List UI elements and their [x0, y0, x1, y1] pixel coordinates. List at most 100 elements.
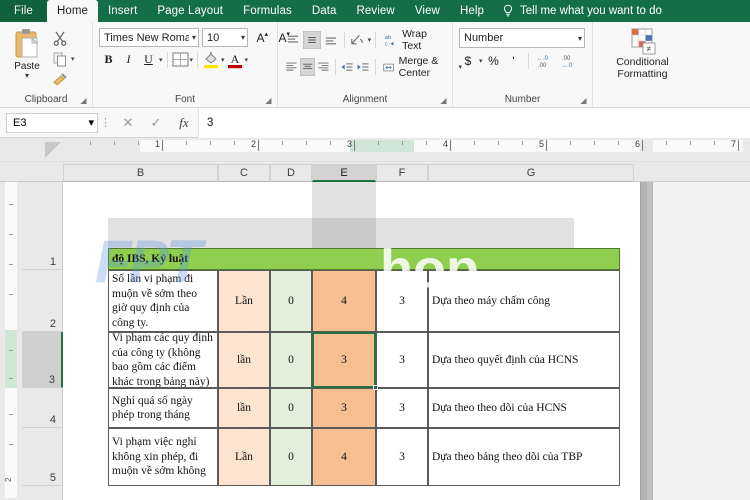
select-all-corner[interactable] [45, 142, 61, 158]
paste-button[interactable]: Paste ▾ [6, 26, 48, 80]
paste-chevron-down-icon[interactable]: ▾ [25, 72, 29, 80]
table-cell-source[interactable]: Dựa theo bảng theo dõi của TBP [428, 428, 620, 486]
underline-chevron-down-icon[interactable]: ▾ [159, 56, 163, 64]
align-middle-icon[interactable] [302, 31, 321, 49]
table-header-cell[interactable]: độ IBS, Kỷ luật [108, 248, 620, 270]
number-dialog-launcher[interactable]: ◢ [579, 96, 588, 105]
row-header-2[interactable]: 2 [22, 270, 63, 332]
align-left-icon[interactable] [284, 58, 299, 76]
table-cell-unit[interactable]: lần [218, 388, 270, 428]
row-header-3[interactable]: 3 [22, 332, 63, 388]
name-box[interactable]: E3 ▾ [6, 112, 98, 133]
table-cell-weight[interactable]: 3 [376, 388, 428, 428]
copy-button[interactable]: ▾ [52, 50, 75, 68]
font-name-combo[interactable]: Times New Roman ▾ [99, 28, 199, 47]
table-cell-min[interactable]: 0 [270, 428, 312, 486]
row-header-1[interactable]: 1 [22, 248, 63, 270]
formula-input[interactable]: 3 [198, 107, 750, 138]
decrease-indent-icon[interactable] [340, 58, 355, 76]
table-cell-target[interactable]: 4 [312, 270, 376, 332]
tab-file[interactable]: File [0, 0, 47, 22]
column-header-C[interactable]: C [218, 164, 270, 182]
table-cell-min[interactable]: 0 [270, 388, 312, 428]
cancel-formula-button[interactable]: ✕ [114, 112, 142, 134]
tab-review[interactable]: Review [347, 0, 405, 22]
tell-me-box[interactable]: Tell me what you want to do [494, 0, 670, 22]
column-header-E[interactable]: E [312, 164, 376, 182]
align-center-icon[interactable] [299, 58, 316, 76]
table-cell-description[interactable]: Vi phạm các quy định của công ty (không … [108, 332, 218, 388]
wrap-text-button[interactable]: ab c Wrap Text [380, 28, 446, 52]
row-header-5[interactable]: 5 [22, 428, 63, 486]
table-cell-unit[interactable]: lần [218, 332, 270, 388]
borders-chevron-down-icon[interactable]: ▾ [190, 56, 194, 64]
borders-icon[interactable] [172, 52, 189, 67]
tab-formulas[interactable]: Formulas [233, 0, 302, 22]
formula-bar-handle[interactable]: ⋮ [98, 116, 114, 129]
increase-indent-icon[interactable] [356, 58, 371, 76]
tab-insert[interactable]: Insert [98, 0, 147, 22]
decrease-decimal-button[interactable]: .00 →.0 [558, 52, 580, 70]
font-color-chevron-down-icon[interactable]: ▾ [245, 56, 249, 64]
formula-action-buttons: ✕ ✓ fx [114, 112, 198, 134]
underline-button[interactable]: U [139, 50, 158, 69]
tab-data[interactable]: Data [302, 0, 347, 22]
table-cell-target[interactable]: 4 [312, 428, 376, 486]
table-cell-description[interactable]: Nghỉ quá số ngày phép trong tháng [108, 388, 218, 428]
format-painter-button[interactable] [52, 71, 75, 89]
table-cell-unit[interactable]: Lần [218, 270, 270, 332]
fill-handle[interactable] [373, 385, 378, 390]
orientation-icon[interactable] [349, 31, 367, 49]
clipboard-dialog-launcher[interactable]: ◢ [79, 96, 88, 105]
table-cell-source[interactable]: Dựa theo theo dõi của HCNS [428, 388, 620, 428]
table-cell-weight[interactable]: 3 [376, 270, 428, 332]
table-cell-source[interactable]: Dựa theo máy chấm công [428, 270, 620, 332]
column-header-G[interactable]: G [428, 164, 634, 182]
copy-chevron-down-icon[interactable]: ▾ [71, 55, 75, 63]
font-size-combo[interactable]: 10 ▾ [202, 28, 248, 47]
align-top-icon[interactable] [284, 31, 302, 49]
align-right-icon[interactable] [316, 58, 331, 76]
font-dialog-launcher[interactable]: ◢ [264, 96, 273, 105]
tab-view[interactable]: View [405, 0, 450, 22]
bold-button[interactable]: B [99, 50, 118, 69]
italic-button[interactable]: I [119, 50, 138, 69]
align-bottom-icon[interactable] [322, 31, 340, 49]
insert-function-button[interactable]: fx [170, 112, 198, 134]
tab-page-layout[interactable]: Page Layout [147, 0, 233, 22]
table-cell-weight[interactable]: 3 [376, 428, 428, 486]
table-cell-weight[interactable]: 3 [376, 332, 428, 388]
alignment-dialog-launcher[interactable]: ◢ [439, 96, 448, 105]
enter-formula-button[interactable]: ✓ [142, 112, 170, 134]
name-box-chevron-down-icon[interactable]: ▾ [88, 116, 94, 129]
comma-style-button[interactable]: ' [505, 52, 523, 70]
table-cell-description[interactable]: Vi phạm việc nghỉ không xin phép, đi muộ… [108, 428, 218, 486]
percent-button[interactable]: % [485, 52, 503, 70]
tab-help[interactable]: Help [450, 0, 494, 22]
table-cell-unit[interactable]: Lần [218, 428, 270, 486]
fill-color-icon[interactable] [202, 50, 220, 69]
column-header-B[interactable]: B [63, 164, 218, 182]
conditional-formatting-button[interactable]: ≠ Conditional Formatting [599, 26, 686, 80]
currency-chevron-down-icon[interactable]: ▾ [479, 57, 483, 65]
table-cell-min[interactable]: 0 [270, 332, 312, 388]
column-header-F[interactable]: F [376, 164, 428, 182]
font-color-icon[interactable]: A [226, 50, 244, 69]
column-header-D[interactable]: D [270, 164, 312, 182]
fill-color-chevron-down-icon[interactable]: ▾ [221, 56, 225, 64]
orientation-chevron-down-icon[interactable]: ▾ [368, 36, 372, 44]
tab-home[interactable]: Home [46, 0, 99, 22]
table-cell-description-text: Vi phạm việc nghỉ không xin phép, đi muộ… [112, 436, 206, 478]
table-cell-target-selected[interactable]: 3 [312, 332, 376, 388]
cut-button[interactable] [52, 29, 75, 47]
table-cell-min[interactable]: 0 [270, 270, 312, 332]
merge-center-button[interactable]: Merge & Center ▾ [379, 55, 462, 79]
number-format-combo[interactable]: Number ▾ [459, 28, 585, 48]
grow-font-button[interactable]: A ▴ [251, 28, 270, 47]
currency-button[interactable]: $ [459, 52, 477, 70]
table-cell-target[interactable]: 3 [312, 388, 376, 428]
row-header-4[interactable]: 4 [22, 388, 63, 428]
table-cell-source[interactable]: Dựa theo quyết định của HCNS [428, 332, 620, 388]
table-cell-description[interactable]: Số lần vi phạm đi muộn về sớm theo giờ q… [108, 270, 218, 332]
increase-decimal-button[interactable]: ←.0 .00 [534, 52, 556, 70]
